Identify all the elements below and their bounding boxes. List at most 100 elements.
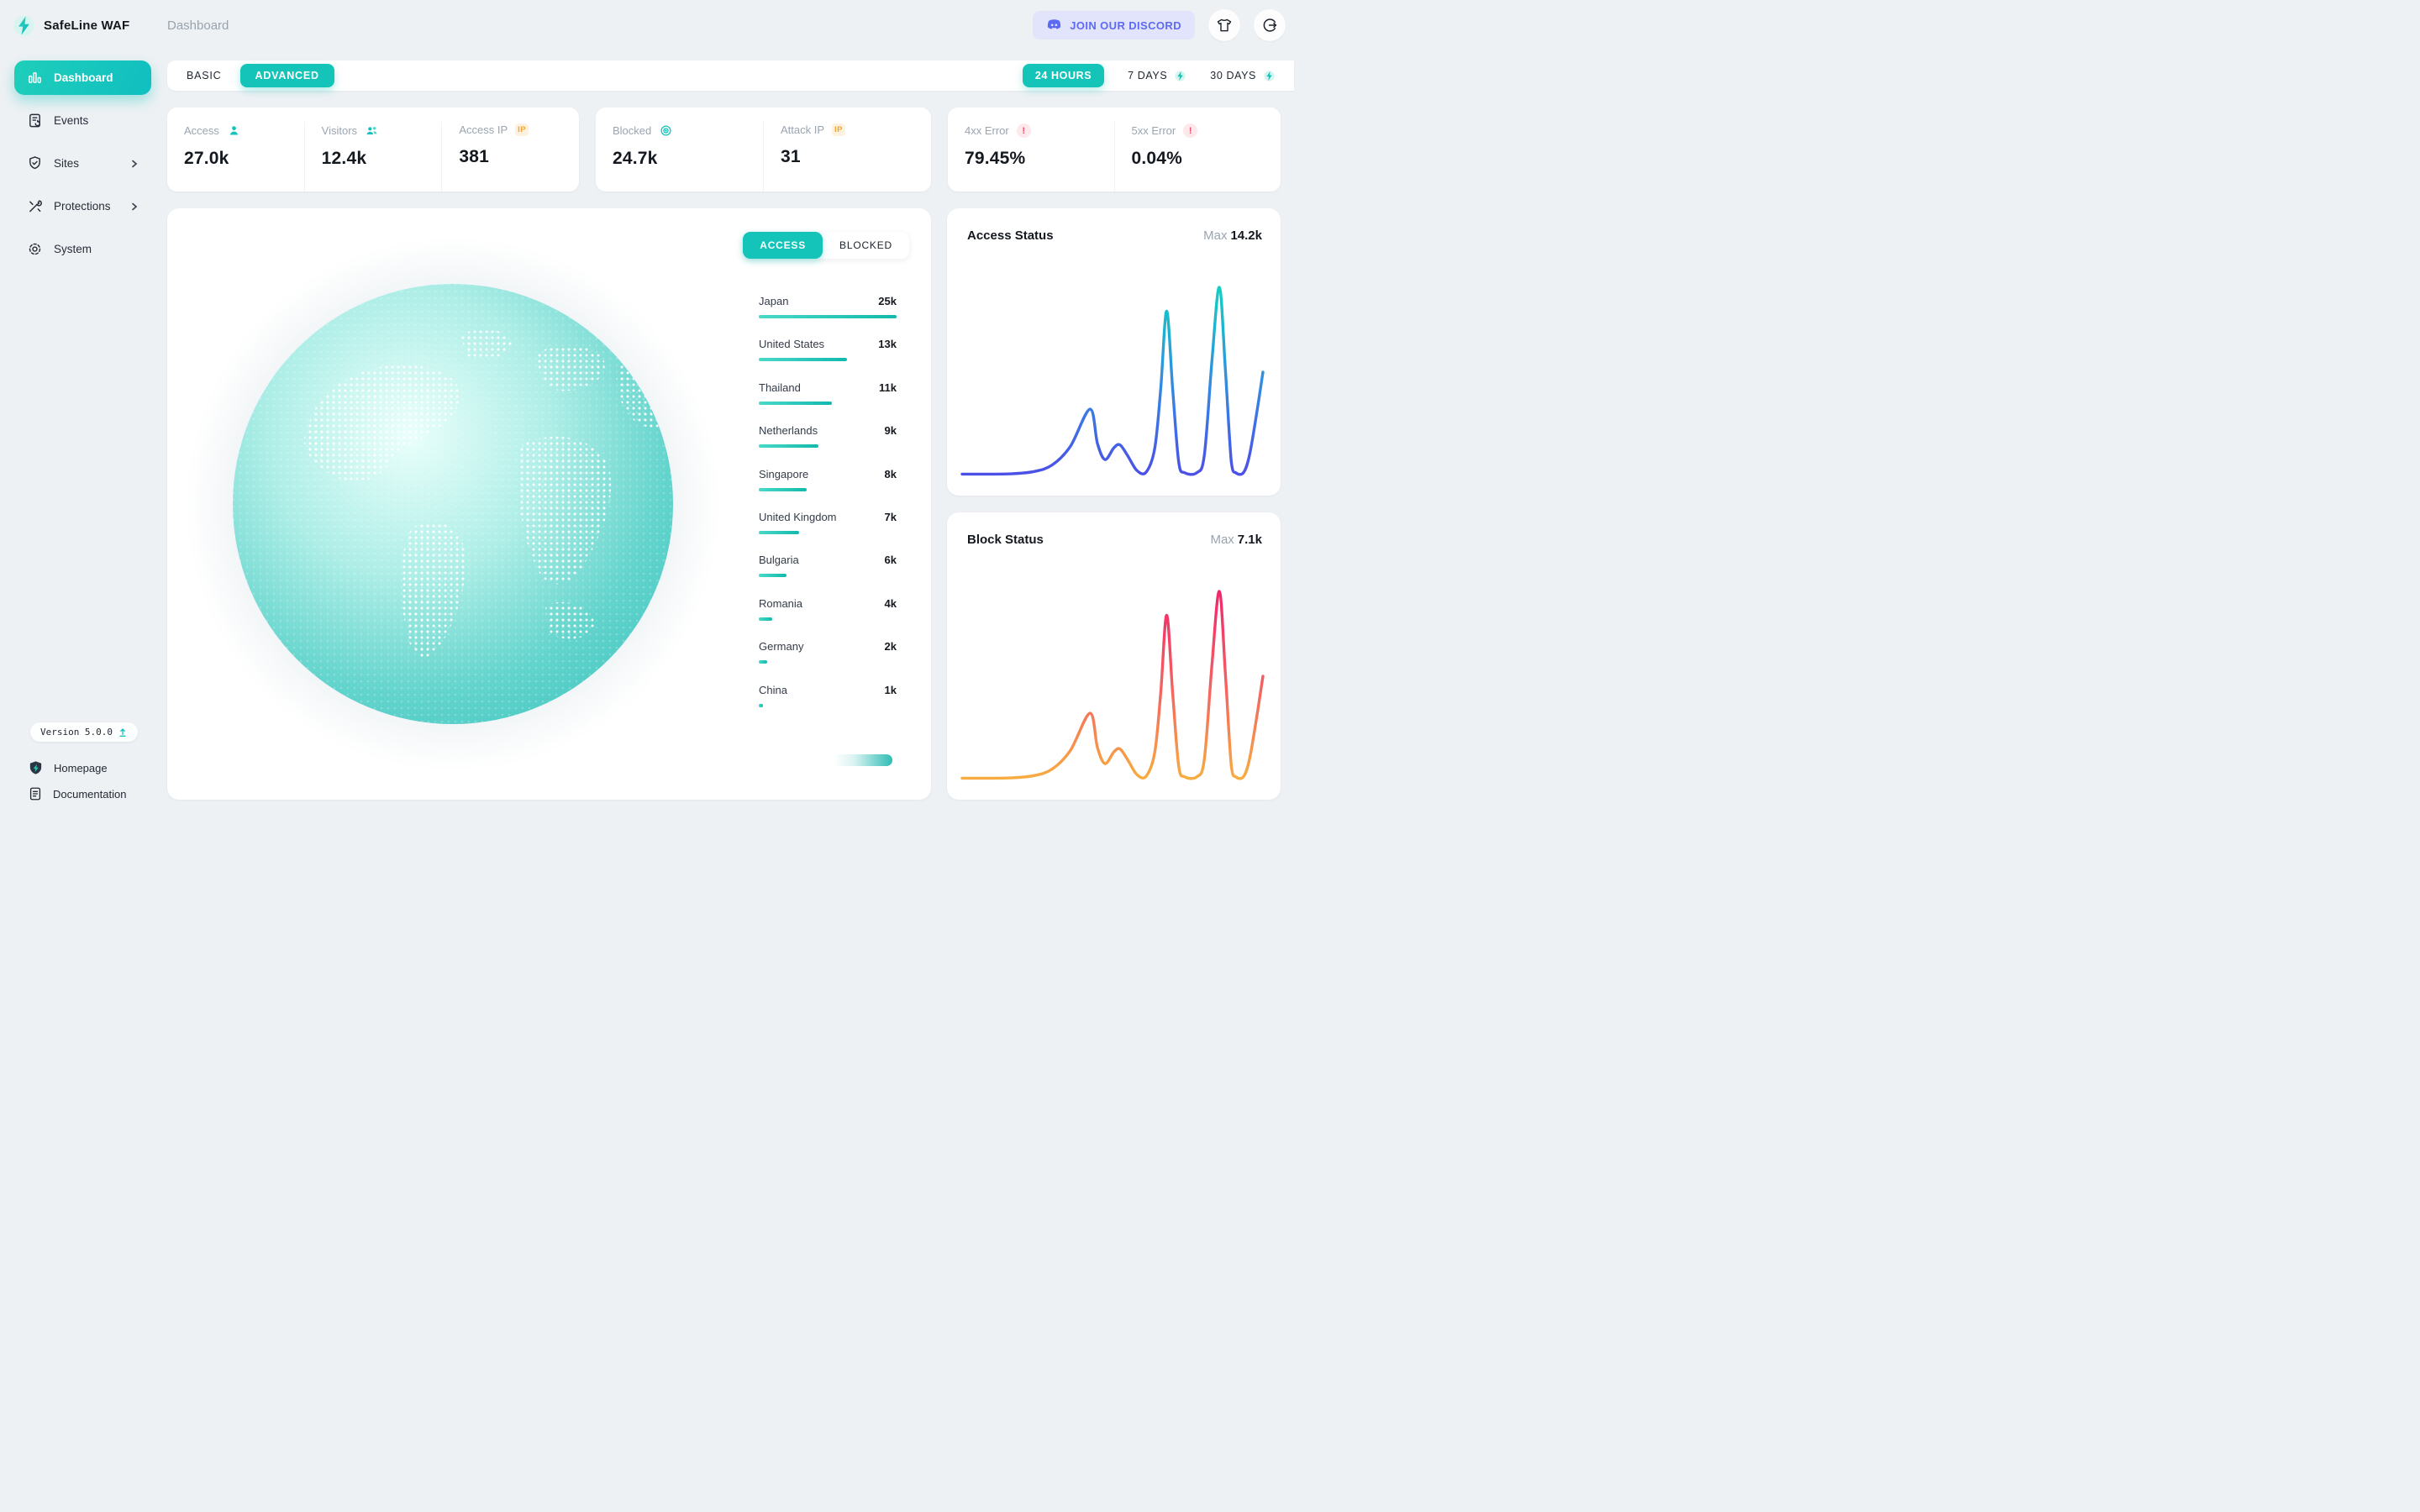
country-value: 11k xyxy=(879,381,897,394)
sidebar-item-sites[interactable]: Sites xyxy=(14,146,151,181)
country-row: United States 13k xyxy=(759,338,897,381)
country-bar xyxy=(759,358,847,362)
documentation-link-label: Documentation xyxy=(53,787,127,801)
toolbar: BASIC ADVANCED 24 HOURS 7 DAYS 30 DAYS xyxy=(167,60,1294,91)
block-status-card: Block Status Max 7.1k xyxy=(947,512,1281,800)
stat-label: Access IP xyxy=(459,123,508,136)
max-value: 7.1k xyxy=(1237,533,1262,547)
sidebar-item-label: Sites xyxy=(54,157,80,170)
safeline-waf-dashboard: SafeLine WAF Dashboard JOIN OUR DISCORD xyxy=(0,0,1294,823)
stat-label: 4xx Error xyxy=(965,124,1009,137)
stat-access-ip: Access IP IP 381 xyxy=(441,122,579,192)
logout-button[interactable] xyxy=(1254,9,1286,41)
documentation-link[interactable]: Documentation xyxy=(0,781,167,806)
stat-label: 5xx Error xyxy=(1131,124,1176,137)
ip-badge-icon: IP xyxy=(832,123,846,136)
brand: SafeLine WAF xyxy=(13,14,167,37)
range-label: 24 HOURS xyxy=(1034,70,1092,81)
country-bar xyxy=(759,444,818,449)
country-ranking-panel: Japan 25k United States 13k Thailand 11k… xyxy=(746,284,909,727)
mode-basic-tab[interactable]: BASIC xyxy=(187,70,222,81)
country-row: Germany 2k xyxy=(759,640,897,683)
chevron-right-icon xyxy=(132,160,138,167)
chart-max: Max 7.1k xyxy=(1210,533,1262,547)
range-24-hours[interactable]: 24 HOURS xyxy=(1022,64,1105,87)
stat-label: Access xyxy=(184,124,219,137)
alert-icon: ! xyxy=(1183,123,1198,138)
time-range-selector: 24 HOURS 7 DAYS 30 DAYS xyxy=(1022,64,1276,87)
country-name: Singapore xyxy=(759,467,809,480)
toggle-blocked[interactable]: BLOCKED xyxy=(823,232,909,259)
globe-visualization xyxy=(184,235,722,773)
access-status-chart xyxy=(960,286,1265,476)
range-30-days[interactable]: 30 DAYS xyxy=(1210,64,1276,87)
country-bar-track xyxy=(759,358,897,362)
country-value: 1k xyxy=(884,683,897,696)
pro-bolt-icon xyxy=(1264,70,1275,81)
country-value: 4k xyxy=(884,596,897,610)
breadcrumb: Dashboard xyxy=(167,18,229,33)
access-status-card: Access Status Max 14.2k xyxy=(947,208,1281,496)
country-row: Bulgaria 6k xyxy=(759,554,897,596)
country-bar-track xyxy=(759,617,897,621)
homepage-link-label: Homepage xyxy=(54,762,108,774)
country-value: 25k xyxy=(878,295,897,307)
discord-icon xyxy=(1048,18,1061,29)
topbar: SafeLine WAF Dashboard JOIN OUR DISCORD xyxy=(0,0,1294,50)
logout-icon xyxy=(1263,18,1277,32)
stats-card-blocked: Blocked 24.7k Attack IP IP 31 xyxy=(596,108,931,192)
mode-advanced-tab[interactable]: ADVANCED xyxy=(239,64,334,87)
alert-icon: ! xyxy=(1016,123,1031,138)
pro-bolt-icon xyxy=(1175,70,1186,81)
sidebar-item-dashboard[interactable]: Dashboard xyxy=(14,60,151,95)
stat-access: Access 27.0k xyxy=(167,122,304,192)
range-label: 30 DAYS xyxy=(1210,70,1256,81)
country-name: China xyxy=(759,683,787,696)
stat-visitors: Visitors 12.4k xyxy=(303,122,442,192)
version-badge[interactable]: Version 5.0.0 xyxy=(30,722,138,742)
max-label: Max xyxy=(1210,533,1234,547)
stat-blocked: Blocked 24.7k xyxy=(596,122,763,192)
country-value: 6k xyxy=(884,554,897,567)
stat-value: 31 xyxy=(781,147,801,166)
chart-max: Max 14.2k xyxy=(1203,228,1262,243)
stats-card-access: Access 27.0k Visitors 12.4k Access IP IP… xyxy=(167,108,579,192)
country-bar xyxy=(759,660,767,664)
max-label: Max xyxy=(1203,228,1228,243)
users-icon xyxy=(366,127,377,135)
country-row: China 1k xyxy=(759,684,897,727)
country-value: 9k xyxy=(884,424,897,438)
stat-value: 79.45% xyxy=(965,149,1026,168)
country-bar xyxy=(759,530,799,534)
country-bar xyxy=(759,703,763,707)
country-row: Japan 25k xyxy=(759,295,897,338)
stat-value: 27.0k xyxy=(184,149,229,168)
toggle-access[interactable]: ACCESS xyxy=(743,232,823,259)
sidebar-item-system[interactable]: System xyxy=(14,232,151,266)
country-row: Singapore 8k xyxy=(759,468,897,511)
country-name: Netherlands xyxy=(759,424,818,438)
chart-title: Block Status xyxy=(967,533,1044,547)
chart-title: Access Status xyxy=(967,228,1054,243)
country-value: 13k xyxy=(878,338,897,351)
country-name: United States xyxy=(759,338,825,351)
events-log-icon xyxy=(29,113,40,128)
sidebar-item-label: System xyxy=(54,243,92,255)
stat-attack-ip: Attack IP IP 31 xyxy=(763,122,931,192)
sidebar-item-protections[interactable]: Protections xyxy=(14,189,151,223)
stat-4xx-error: 4xx Error ! 79.45% xyxy=(948,122,1114,192)
country-row: Romania 4k xyxy=(759,597,897,640)
merch-button[interactable] xyxy=(1208,9,1240,41)
country-bar-track xyxy=(759,703,897,707)
homepage-link[interactable]: Homepage xyxy=(0,755,167,781)
country-row: Netherlands 9k xyxy=(759,424,897,467)
country-bar xyxy=(759,574,786,578)
stat-value: 0.04% xyxy=(1131,149,1183,168)
world-map-card: ACCESS BLOCKED Japan 25k United States 1… xyxy=(167,208,931,800)
country-name: Germany xyxy=(759,640,804,654)
join-discord-button[interactable]: JOIN OUR DISCORD xyxy=(1033,11,1195,39)
gear-icon xyxy=(29,243,41,255)
country-bar-track xyxy=(759,444,897,449)
sidebar-item-events[interactable]: Events xyxy=(14,103,151,138)
range-7-days[interactable]: 7 DAYS xyxy=(1128,64,1186,87)
